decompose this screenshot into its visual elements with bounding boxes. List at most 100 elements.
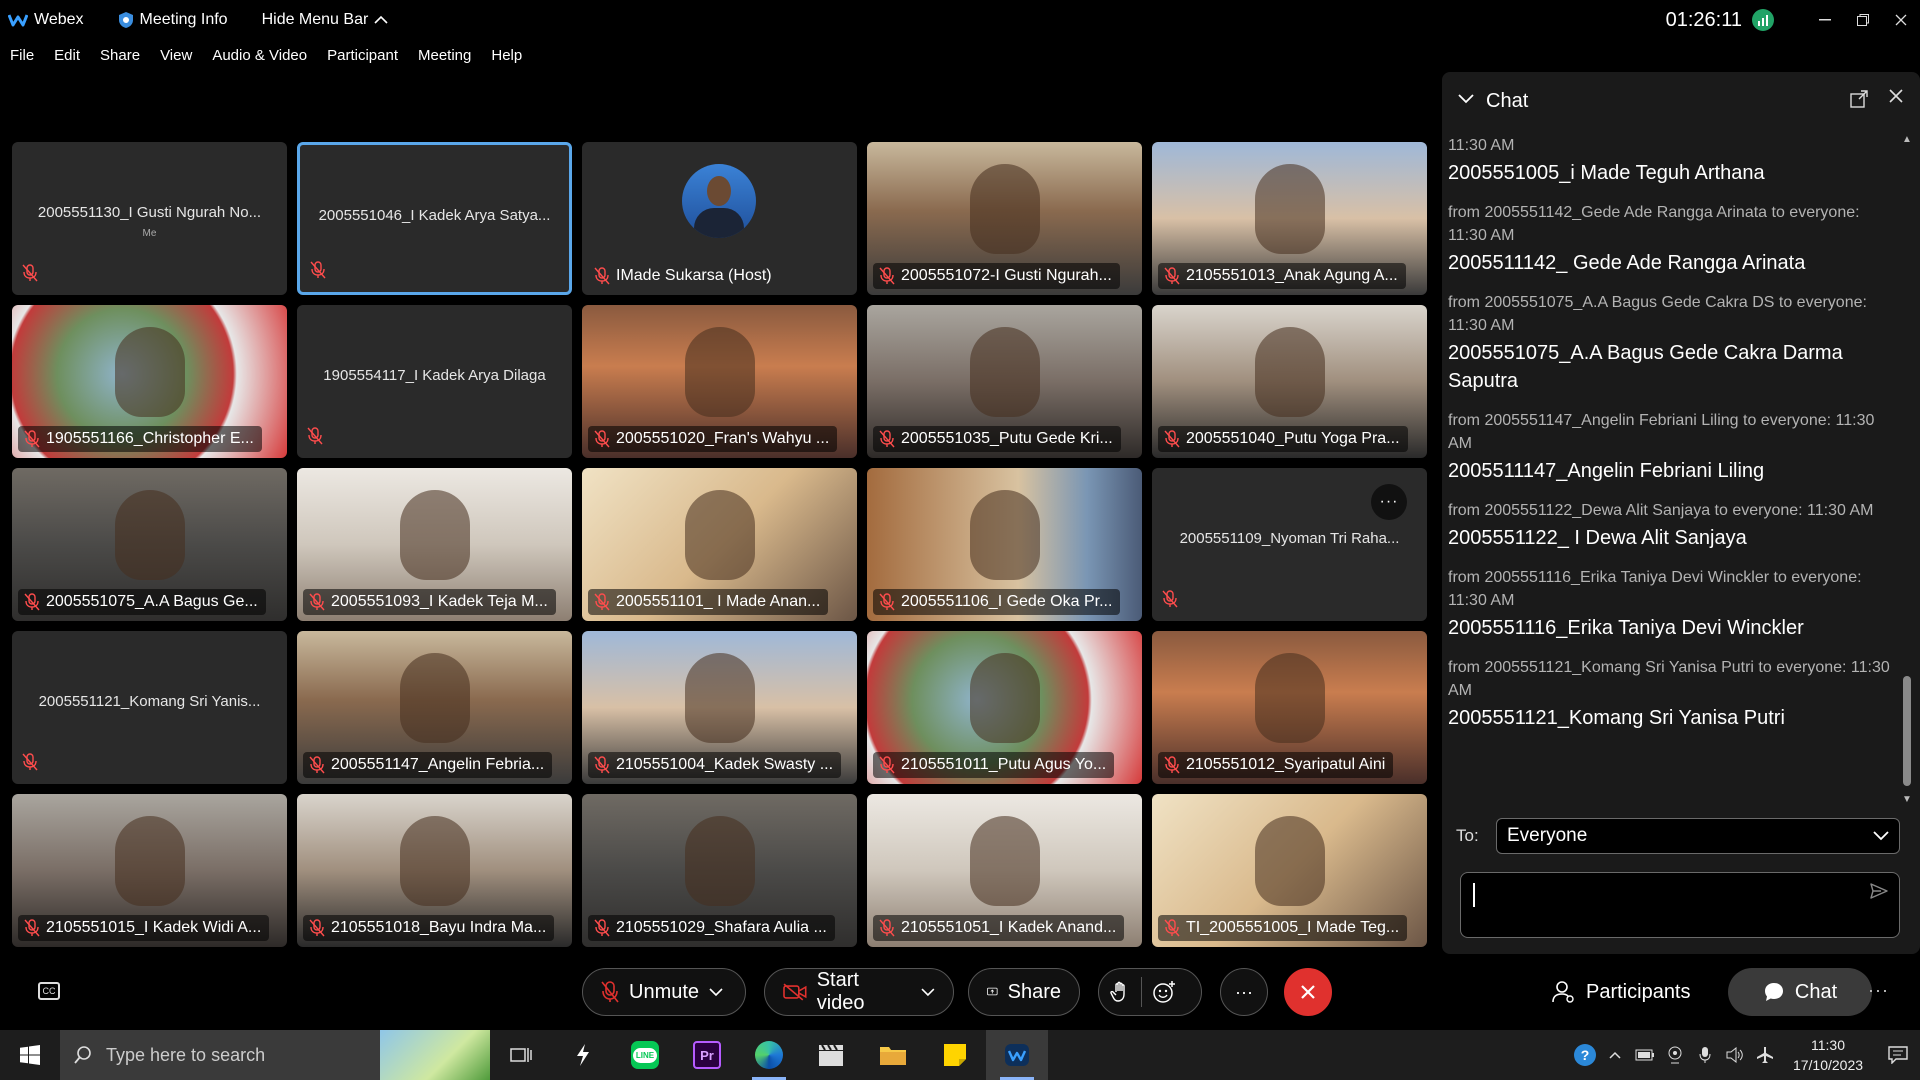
menu-file[interactable]: File <box>10 47 34 64</box>
meeting-info-button[interactable]: Meeting Info <box>118 11 228 29</box>
participant-video-tile[interactable]: 1905554117_I Kadek Arya Dilaga <box>297 305 572 458</box>
participant-video-tile[interactable]: 2105551011_Putu Agus Yo... <box>867 631 1142 784</box>
hide-menu-bar-button[interactable]: Hide Menu Bar <box>262 11 389 29</box>
start-button[interactable] <box>0 1030 60 1080</box>
participant-video-tile[interactable]: 2005551072-I Gusti Ngurah... <box>867 142 1142 295</box>
taskbar-app-file-explorer[interactable] <box>862 1030 924 1080</box>
taskbar-time: 11:30 <box>1811 1037 1845 1053</box>
participant-video-tile[interactable]: 2105551051_I Kadek Anand... <box>867 794 1142 947</box>
restore-icon <box>1857 14 1869 26</box>
start-video-button[interactable]: Start video <box>764 968 954 1016</box>
popout-icon[interactable] <box>1850 90 1868 108</box>
taskbar-clock[interactable]: 11:30 17/10/2023 <box>1780 1035 1876 1075</box>
taskbar-app-premiere[interactable]: Pr <box>676 1030 738 1080</box>
taskbar-app-line[interactable]: LINE <box>614 1030 676 1080</box>
participant-video-tile[interactable]: IMade Sukarsa (Host) <box>582 142 857 295</box>
title-bar: Webex Meeting Info Hide Menu Bar 01:26:1… <box>0 0 1920 40</box>
share-button[interactable]: Share <box>968 968 1080 1016</box>
webcam-icon[interactable] <box>1660 1030 1690 1080</box>
menu-share[interactable]: Share <box>100 47 140 64</box>
participant-video-tile[interactable]: 2005551075_A.A Bagus Ge... <box>12 468 287 621</box>
volume-icon[interactable] <box>1720 1030 1750 1080</box>
taskbar-app-video-editor[interactable] <box>800 1030 862 1080</box>
more-panels-icon[interactable]: ··· <box>1868 980 1889 1001</box>
tile-more-options-icon[interactable]: ··· <box>1371 484 1407 520</box>
participant-video-feed <box>1254 816 1325 906</box>
participant-video-tile[interactable]: 2105551029_Shafara Aulia ... <box>582 794 857 947</box>
chevron-down-icon[interactable] <box>709 987 723 997</box>
participant-video-tile[interactable]: 2105551018_Bayu Indra Ma... <box>297 794 572 947</box>
unmute-button[interactable]: Unmute <box>582 968 746 1016</box>
close-icon[interactable] <box>1888 88 1904 104</box>
notifications-button[interactable] <box>1876 1030 1920 1080</box>
participant-video-tile[interactable]: 1905551166_Christopher E... <box>12 305 287 458</box>
taskbar-search[interactable]: Type here to search <box>60 1030 490 1080</box>
scroll-down-icon[interactable]: ▼ <box>1901 794 1913 806</box>
menu-audio-video[interactable]: Audio & Video <box>212 47 307 64</box>
taskbar-app-edge[interactable] <box>738 1030 800 1080</box>
close-window-button[interactable] <box>1882 0 1920 40</box>
chat-scrollbar[interactable]: ▲ ▼ <box>1900 134 1914 806</box>
menu-meeting[interactable]: Meeting <box>418 47 471 64</box>
leave-meeting-button[interactable] <box>1284 968 1332 1016</box>
more-options-button[interactable]: ··· <box>1220 968 1268 1016</box>
participant-video-tile[interactable]: 2005551093_I Kadek Teja M... <box>297 468 572 621</box>
participant-video-tile[interactable]: 2005551130_I Gusti Ngurah No... Me <box>12 142 287 295</box>
taskbar-app-lightning[interactable] <box>552 1030 614 1080</box>
participant-video-tile[interactable]: TI_2005551005_I Made Teg... <box>1152 794 1427 947</box>
participant-video-tile[interactable]: 2005551101_ I Made Anan... <box>582 468 857 621</box>
participant-video-tile[interactable]: 2005551147_Angelin Febria... <box>297 631 572 784</box>
microphone-icon[interactable] <box>1690 1030 1720 1080</box>
chat-message-list[interactable]: 11:30 AM 2005551005_i Made Teguh Arthana f… <box>1448 134 1894 794</box>
participant-video-tile[interactable]: 2005551106_I Gede Oka Pr... <box>867 468 1142 621</box>
participants-button[interactable]: Participants <box>1552 968 1691 1016</box>
recipient-select[interactable]: Everyone <box>1496 818 1900 854</box>
chat-message: 11:30 AM 2005551005_i Made Teguh Arthana <box>1448 134 1894 187</box>
menu-participant[interactable]: Participant <box>327 47 398 64</box>
help-icon[interactable]: ? <box>1570 1030 1600 1080</box>
taskbar-app-webex[interactable] <box>986 1030 1048 1080</box>
premiere-pro-icon: Pr <box>693 1041 721 1069</box>
participant-video-tile[interactable]: 2005551046_I Kadek Arya Satya... <box>297 142 572 295</box>
network-health-icon[interactable] <box>1752 9 1774 31</box>
menu-help[interactable]: Help <box>491 47 522 64</box>
taskbar-app-sticky-notes[interactable] <box>924 1030 986 1080</box>
captions-icon[interactable]: CC <box>38 982 60 1000</box>
minimize-button[interactable] <box>1806 0 1844 40</box>
mic-off-icon <box>309 756 325 774</box>
scroll-thumb[interactable] <box>1903 676 1911 786</box>
restore-button[interactable] <box>1844 0 1882 40</box>
participant-video-tile[interactable]: 2105551013_Anak Agung A... <box>1152 142 1427 295</box>
menu-edit[interactable]: Edit <box>54 47 80 64</box>
participant-video-tile[interactable]: 2105551015_I Kadek Widi A... <box>12 794 287 947</box>
participant-video-tile[interactable]: 2005551035_Putu Gede Kri... <box>867 305 1142 458</box>
participant-video-tile[interactable]: 2105551004_Kadek Swasty ... <box>582 631 857 784</box>
battery-icon[interactable] <box>1630 1030 1660 1080</box>
chat-message-input[interactable] <box>1460 872 1900 938</box>
mic-off-icon <box>309 919 325 937</box>
raise-hand-icon[interactable] <box>1109 981 1131 1003</box>
chat-message-meta: from 2005551122_Dewa Alit Sanjaya to eve… <box>1448 502 1874 519</box>
emoji-reaction-icon[interactable] <box>1152 980 1176 1004</box>
show-hidden-icons-icon[interactable] <box>1600 1030 1630 1080</box>
chat-message-meta: from 2005551075_A.A Bagus Gede Cakra DS … <box>1448 294 1867 334</box>
line-app-icon: LINE <box>631 1041 659 1069</box>
send-icon[interactable] <box>1869 881 1889 901</box>
chevron-down-icon[interactable] <box>1458 94 1474 104</box>
participants-label: Participants <box>1586 980 1691 1003</box>
scroll-up-icon[interactable]: ▲ <box>1901 134 1913 146</box>
participant-video-tile[interactable]: 2105551012_Syaripatul Aini <box>1152 631 1427 784</box>
menu-view[interactable]: View <box>160 47 192 64</box>
speaker-shape <box>1726 1047 1743 1063</box>
airplane-mode-icon[interactable] <box>1750 1030 1780 1080</box>
task-view-button[interactable] <box>490 1030 552 1080</box>
participant-video-tile[interactable]: 2005551121_Komang Sri Yanis... <box>12 631 287 784</box>
mic-off-icon <box>309 593 325 611</box>
chevron-down-icon[interactable] <box>921 987 935 997</box>
participant-video-tile[interactable]: 2005551109_Nyoman Tri Raha... ··· <box>1152 468 1427 621</box>
mic-off-icon <box>24 593 40 611</box>
participant-video-tile[interactable]: 2005551040_Putu Yoga Pra... <box>1152 305 1427 458</box>
chat-button[interactable]: Chat <box>1728 968 1872 1016</box>
mic-off-icon <box>22 753 38 771</box>
participant-video-tile[interactable]: 2005551020_Fran's Wahyu ... <box>582 305 857 458</box>
